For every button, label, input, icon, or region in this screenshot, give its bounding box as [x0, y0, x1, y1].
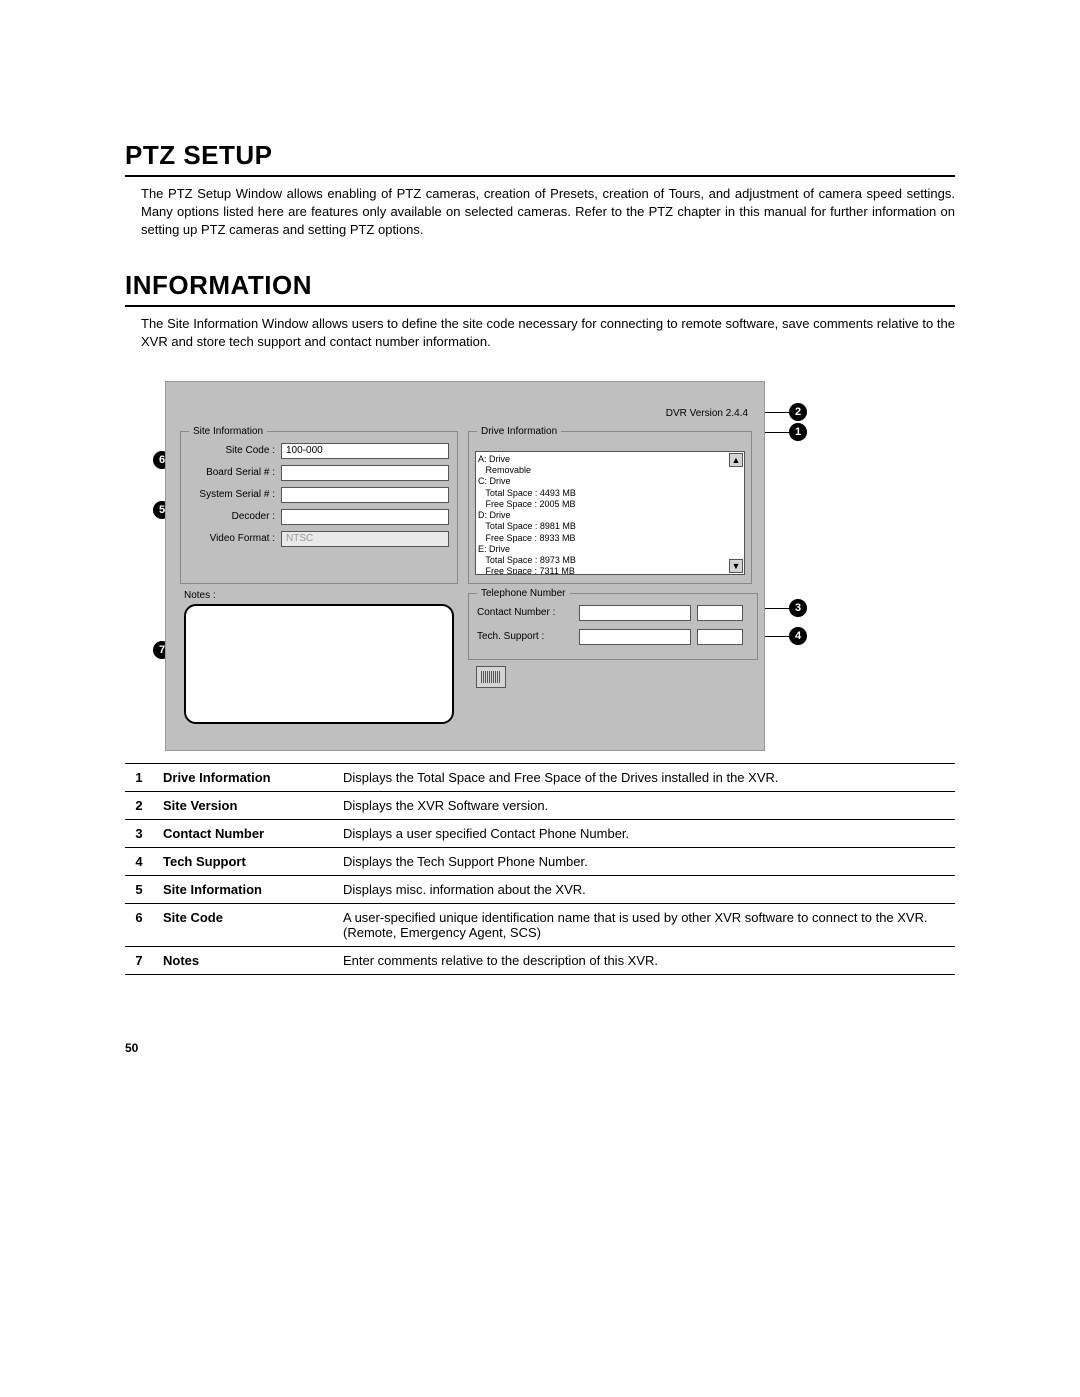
decoder-label: Decoder : [189, 511, 281, 522]
ref-desc: Displays the XVR Software version. [333, 791, 955, 819]
tech-support-ext-input[interactable] [697, 629, 743, 645]
ref-desc: Displays a user specified Contact Phone … [333, 819, 955, 847]
notes-textarea[interactable] [184, 604, 454, 724]
table-row: 7NotesEnter comments relative to the des… [125, 946, 955, 974]
table-row: 1Drive InformationDisplays the Total Spa… [125, 763, 955, 791]
system-serial-input[interactable] [281, 487, 449, 503]
contact-number-ext-input[interactable] [697, 605, 743, 621]
table-row: 4Tech SupportDisplays the Tech Support P… [125, 847, 955, 875]
drive-information-list[interactable]: A: Drive Removable C: Drive Total Space … [475, 451, 745, 575]
ref-desc: Displays the Total Space and Free Space … [333, 763, 955, 791]
site-information-legend: Site Information [189, 426, 267, 437]
ref-title: Site Code [153, 903, 333, 946]
ref-number: 2 [125, 791, 153, 819]
ref-title: Tech Support [153, 847, 333, 875]
heading-information: INFORMATION [125, 270, 955, 301]
callout-4: 4 [789, 627, 807, 645]
contact-number-label: Contact Number : [477, 607, 579, 618]
ref-desc: Displays misc. information about the XVR… [333, 875, 955, 903]
ref-title: Site Information [153, 875, 333, 903]
tech-support-label: Tech. Support : [477, 631, 579, 642]
dvr-version-label: DVR Version 2.4.4 [666, 408, 748, 419]
drive-information-legend: Drive Information [477, 426, 561, 437]
ref-title: Contact Number [153, 819, 333, 847]
information-window-screenshot: 6 5 7 2 1 3 4 DVR Version 2.4.4 Site Inf… [165, 381, 955, 751]
decoder-input[interactable] [281, 509, 449, 525]
site-information-fieldset: Site Information Site Code : Board Seria… [180, 426, 458, 584]
callout-2: 2 [789, 403, 807, 421]
scroll-up-button[interactable]: ▲ [729, 453, 743, 467]
onscreen-keyboard-button[interactable] [476, 666, 506, 688]
table-row: 5Site InformationDisplays misc. informat… [125, 875, 955, 903]
callout-3: 3 [789, 599, 807, 617]
ref-title: Site Version [153, 791, 333, 819]
contact-number-input[interactable] [579, 605, 691, 621]
ref-number: 7 [125, 946, 153, 974]
tech-support-input[interactable] [579, 629, 691, 645]
ref-desc: A user-specified unique identification n… [333, 903, 955, 946]
site-code-label: Site Code : [189, 445, 281, 456]
notes-label: Notes : [184, 590, 216, 601]
telephone-number-legend: Telephone Number [477, 588, 570, 599]
telephone-number-fieldset: Telephone Number Contact Number : Tech. … [468, 588, 758, 660]
heading-ptz-setup: PTZ SETUP [125, 140, 955, 171]
drive-information-fieldset: Drive Information A: Drive Removable C: … [468, 426, 752, 584]
video-format-input [281, 531, 449, 547]
board-serial-input[interactable] [281, 465, 449, 481]
ref-number: 1 [125, 763, 153, 791]
info-paragraph: The Site Information Window allows users… [141, 315, 955, 351]
callout-reference-table: 1Drive InformationDisplays the Total Spa… [125, 763, 955, 975]
ref-title: Drive Information [153, 763, 333, 791]
callout-1: 1 [789, 423, 807, 441]
ref-title: Notes [153, 946, 333, 974]
table-row: 6Site CodeA user-specified unique identi… [125, 903, 955, 946]
page-number: 50 [125, 1041, 138, 1055]
information-panel: DVR Version 2.4.4 Site Information Site … [165, 381, 765, 751]
scroll-down-button[interactable]: ▼ [729, 559, 743, 573]
rule [125, 175, 955, 177]
system-serial-label: System Serial # : [189, 489, 281, 500]
rule [125, 305, 955, 307]
ref-number: 3 [125, 819, 153, 847]
video-format-label: Video Format : [189, 533, 281, 544]
ref-number: 6 [125, 903, 153, 946]
ref-number: 4 [125, 847, 153, 875]
board-serial-label: Board Serial # : [189, 467, 281, 478]
ptz-paragraph: The PTZ Setup Window allows enabling of … [141, 185, 955, 240]
ref-number: 5 [125, 875, 153, 903]
ref-desc: Displays the Tech Support Phone Number. [333, 847, 955, 875]
site-code-input[interactable] [281, 443, 449, 459]
ref-desc: Enter comments relative to the descripti… [333, 946, 955, 974]
table-row: 2Site VersionDisplays the XVR Software v… [125, 791, 955, 819]
table-row: 3Contact NumberDisplays a user specified… [125, 819, 955, 847]
